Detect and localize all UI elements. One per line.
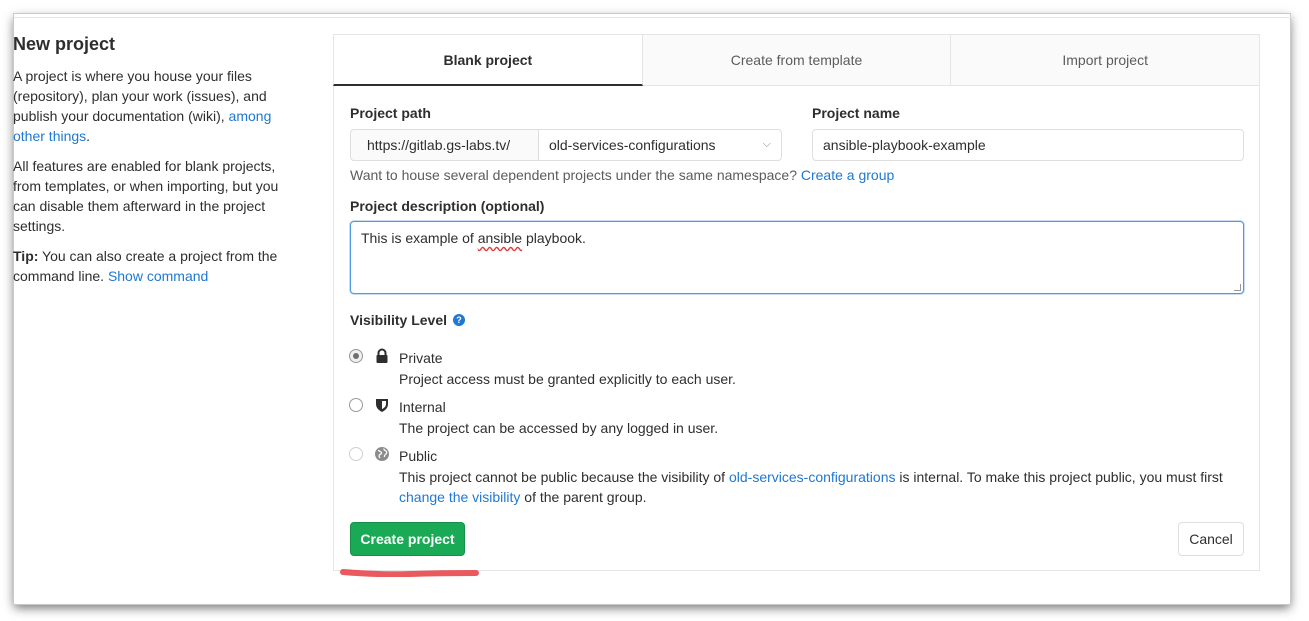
change-visibility-link[interactable]: change the visibility [399,489,520,505]
features-paragraph: All features are enabled for blank proje… [13,158,279,234]
path-prefix: https://gitlab.gs-labs.tv/ [350,129,538,161]
chevron-down-icon: ⌵ [762,138,771,150]
annotation-underline [340,569,479,577]
top-divider [14,17,1295,18]
tab-import-project[interactable]: Import project [951,34,1261,86]
namespace-select[interactable]: old-services-configurations ⌵ [538,129,782,161]
intro-end: . [86,128,91,144]
internal-description: The project can be accessed by any logge… [399,420,719,436]
tip-paragraph: Tip: You can also create a project from … [13,246,303,286]
visibility-label: Visibility Level [350,312,448,328]
create-group-link[interactable]: Create a group [801,167,894,183]
tip-label: Tip: [13,248,39,264]
public-desc-start: This project cannot be public because th… [399,469,726,485]
question-circle-icon[interactable]: ? [453,314,466,326]
project-type-tabs: Blank project Create from template Impor… [333,34,1261,86]
sidebar-info: New project A project is where you house… [13,32,303,296]
misspelled-word: ansible [477,230,523,246]
tab-create-from-template[interactable]: Create from template [642,34,952,86]
resize-handle[interactable] [1234,284,1241,291]
project-path-group: https://gitlab.gs-labs.tv/ old-services-… [350,129,782,161]
public-desc-middle: is internal. To make this project public… [899,469,1223,485]
public-title: Public [399,448,438,464]
internal-title: Internal [399,399,446,415]
radio-private[interactable] [349,349,363,363]
project-name-label: Project name [812,105,900,121]
parent-group-link[interactable]: old-services-configurations [729,469,896,485]
description-text-start: This is example of [361,230,478,246]
project-description-textarea[interactable]: This is example of ansible playbook. [350,221,1244,294]
globe-icon [375,447,389,461]
public-description: This project cannot be public because th… [399,467,1249,507]
create-project-button[interactable]: Create project [350,522,465,556]
cancel-button[interactable]: Cancel [1178,522,1244,556]
description-text-end: playbook. [522,230,586,246]
project-name-input[interactable]: ansible-playbook-example [812,129,1244,161]
radio-public[interactable] [349,447,363,461]
namespace-help-text: Want to house several dependent projects… [350,167,797,183]
private-description: Project access must be granted explicitl… [399,371,736,387]
namespace-selected-value: old-services-configurations [549,137,716,153]
shield-icon [376,399,388,412]
page-title: New project [13,34,116,54]
radio-internal[interactable] [349,398,363,412]
public-desc-end: of the parent group. [524,489,647,505]
private-title: Private [399,350,443,366]
namespace-help: Want to house several dependent projects… [350,167,894,183]
visibility-heading: Visibility Level ? [350,312,466,328]
show-command-link[interactable]: Show command [108,268,208,284]
description-label: Project description (optional) [350,198,545,214]
lock-icon [376,348,388,363]
tab-blank-project[interactable]: Blank project [333,34,643,86]
project-path-label: Project path [350,105,431,121]
intro-paragraph: A project is where you house your files … [13,66,303,146]
